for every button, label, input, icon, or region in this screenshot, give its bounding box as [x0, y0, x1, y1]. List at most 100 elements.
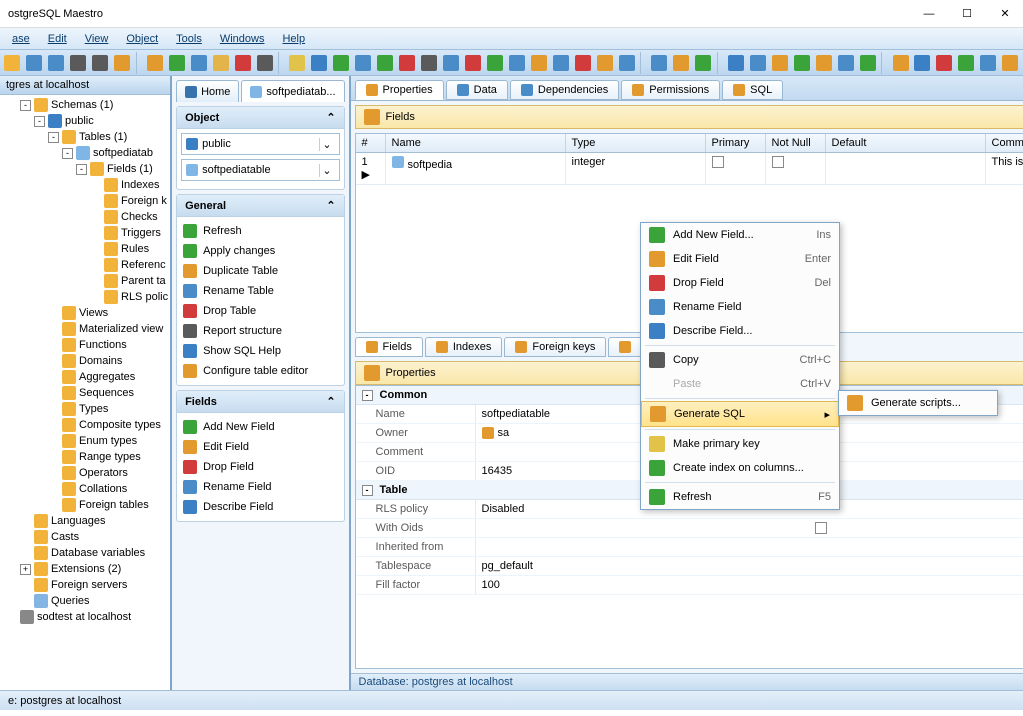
object-combo[interactable]: softpediatable⌄	[181, 159, 339, 181]
grid-header[interactable]: Name	[386, 134, 566, 152]
menu-edit[interactable]: Edit	[40, 31, 75, 47]
tree-node[interactable]: Enum types	[2, 433, 168, 449]
tree-node[interactable]: Collations	[2, 481, 168, 497]
expand-icon[interactable]: -	[62, 148, 73, 159]
toolbar-button[interactable]	[331, 52, 352, 74]
toolbar-button[interactable]	[441, 52, 462, 74]
action-drop-field[interactable]: Drop Field	[181, 457, 339, 477]
expand-icon[interactable]: -	[76, 164, 87, 175]
menu-view[interactable]: View	[77, 31, 117, 47]
toolbar-button[interactable]	[978, 52, 999, 74]
minimize-button[interactable]: —	[919, 4, 939, 24]
menu-ase[interactable]: ase	[4, 31, 38, 47]
ctx-generate-scripts-[interactable]: Generate scripts...	[839, 391, 997, 415]
tree-node[interactable]: Materialized view	[2, 321, 168, 337]
tree-node[interactable]: Referenc	[2, 257, 168, 273]
tree-node[interactable]: Foreign k	[2, 193, 168, 209]
menu-windows[interactable]: Windows	[212, 31, 273, 47]
toolbar-button[interactable]	[528, 52, 549, 74]
tree-node[interactable]: -public	[2, 113, 168, 129]
grid-header[interactable]: Default	[826, 134, 986, 152]
sub-tab[interactable]: Fields	[355, 337, 423, 357]
toolbar-button[interactable]	[90, 52, 111, 74]
tree-node[interactable]: Database variables	[2, 545, 168, 561]
toolbar-button[interactable]	[485, 52, 506, 74]
close-button[interactable]: ✕	[995, 4, 1015, 24]
menu-tools[interactable]: Tools	[168, 31, 210, 47]
toolbar-button[interactable]	[857, 52, 878, 74]
tree-node[interactable]: +Extensions (2)	[2, 561, 168, 577]
toolbar-button[interactable]	[956, 52, 977, 74]
toolbar-button[interactable]	[232, 52, 253, 74]
ctx-edit-field[interactable]: Edit FieldEnter	[641, 247, 839, 271]
action-rename-table[interactable]: Rename Table	[181, 281, 339, 301]
chevron-up-icon[interactable]: ⌃	[326, 199, 335, 212]
toolbar-button[interactable]	[112, 52, 133, 74]
tree-node[interactable]: RLS polic	[2, 289, 168, 305]
tree-node[interactable]: Composite types	[2, 417, 168, 433]
action-describe-field[interactable]: Describe Field	[181, 497, 339, 517]
tree-node[interactable]: -Schemas (1)	[2, 97, 168, 113]
expand-icon[interactable]: -	[20, 100, 31, 111]
tab-softpediatab...[interactable]: softpediatab...	[241, 80, 344, 102]
toolbar-button[interactable]	[649, 52, 670, 74]
toolbar-button[interactable]	[463, 52, 484, 74]
context-menu[interactable]: Add New Field...InsEdit FieldEnterDrop F…	[640, 222, 840, 510]
tree-node[interactable]: Foreign servers	[2, 577, 168, 593]
ctx-generate-sql[interactable]: Generate SQL▸	[641, 401, 839, 427]
grid-header[interactable]: Comment	[986, 134, 1023, 152]
action-rename-field[interactable]: Rename Field	[181, 477, 339, 497]
checkbox[interactable]	[712, 156, 724, 168]
toolbar-button[interactable]	[188, 52, 209, 74]
main-tab-data[interactable]: Data	[446, 80, 508, 100]
toolbar-button[interactable]	[791, 52, 812, 74]
toolbar-button[interactable]	[287, 52, 308, 74]
ctx-make-primary-key[interactable]: Make primary key	[641, 432, 839, 456]
tree-node[interactable]: -softpediatab	[2, 145, 168, 161]
prop-row[interactable]: Fill factor100	[356, 576, 1023, 595]
expand-icon[interactable]: -	[34, 116, 45, 127]
toolbar-button[interactable]	[375, 52, 396, 74]
ctx-add-new-field-[interactable]: Add New Field...Ins	[641, 223, 839, 247]
main-tab-properties[interactable]: Properties	[355, 80, 444, 100]
checkbox[interactable]	[815, 522, 827, 534]
ctx-copy[interactable]: CopyCtrl+C	[641, 348, 839, 372]
tree-node[interactable]: Checks	[2, 209, 168, 225]
tree-node[interactable]: Indexes	[2, 177, 168, 193]
ctx-refresh[interactable]: RefreshF5	[641, 485, 839, 509]
toolbar-button[interactable]	[550, 52, 571, 74]
toolbar-button[interactable]	[210, 52, 231, 74]
menu-object[interactable]: Object	[118, 31, 166, 47]
ctx-create-index-on-columns-[interactable]: Create index on columns...	[641, 456, 839, 480]
action-configure-table-editor[interactable]: Configure table editor	[181, 361, 339, 381]
action-apply-changes[interactable]: Apply changes	[181, 241, 339, 261]
tree-node[interactable]: Sequences	[2, 385, 168, 401]
tree-node[interactable]: Range types	[2, 449, 168, 465]
sub-tab[interactable]: Indexes	[425, 337, 503, 357]
toolbar-button[interactable]	[835, 52, 856, 74]
prop-row[interactable]: Inherited from	[356, 538, 1023, 557]
menu-help[interactable]: Help	[274, 31, 313, 47]
toolbar-button[interactable]	[616, 52, 637, 74]
toolbar-button[interactable]	[726, 52, 747, 74]
toolbar-button[interactable]	[254, 52, 275, 74]
toolbar-button[interactable]	[68, 52, 89, 74]
main-tab-dependencies[interactable]: Dependencies	[510, 80, 619, 100]
table-row[interactable]: 1 ▶softpediaintegerThis is a Softpedia T	[356, 153, 1023, 185]
tree-node[interactable]: Functions	[2, 337, 168, 353]
toolbar-button[interactable]	[46, 52, 67, 74]
tree-node[interactable]: Foreign tables	[2, 497, 168, 513]
toolbar-button[interactable]	[770, 52, 791, 74]
tree-node[interactable]: sodtest at localhost	[2, 609, 168, 625]
toolbar-button[interactable]	[748, 52, 769, 74]
toolbar-button[interactable]	[890, 52, 911, 74]
tree-node[interactable]: Operators	[2, 465, 168, 481]
toolbar-button[interactable]	[353, 52, 374, 74]
object-combo[interactable]: public⌄	[181, 133, 339, 155]
action-drop-table[interactable]: Drop Table	[181, 301, 339, 321]
tab-home[interactable]: Home	[176, 80, 239, 102]
tree-node[interactable]: Languages	[2, 513, 168, 529]
toolbar-button[interactable]	[507, 52, 528, 74]
toolbar-button[interactable]	[693, 52, 714, 74]
tree-node[interactable]: -Fields (1)	[2, 161, 168, 177]
